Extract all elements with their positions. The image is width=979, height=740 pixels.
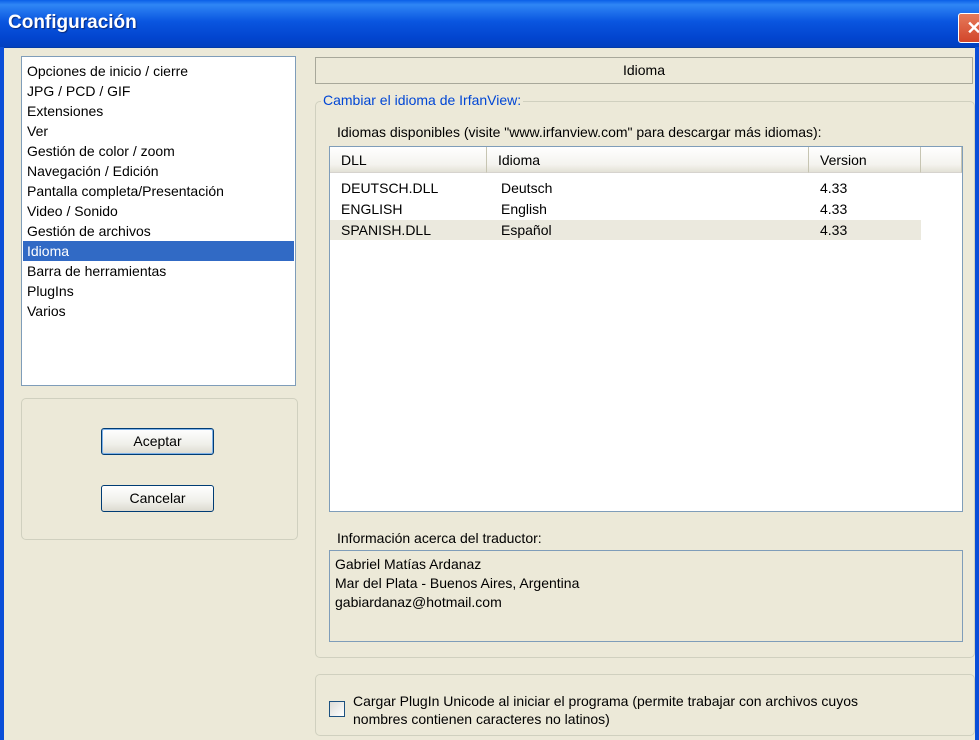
unicode-plugin-label[interactable]: Cargar PlugIn Unicode al iniciar el prog…	[353, 692, 953, 728]
translator-location: Mar del Plata - Buenos Aires, Argentina	[335, 575, 580, 591]
cell-dll: SPANISH.DLL	[341, 222, 431, 238]
cell-language: English	[501, 201, 547, 217]
title-bar[interactable]: Configuración ✕	[0, 0, 979, 48]
cell-version: 4.33	[820, 180, 848, 196]
button-group-frame	[21, 398, 298, 540]
window-border-right	[975, 47, 979, 740]
category-item-video-sound[interactable]: Video / Sonido	[23, 201, 294, 221]
cell-dll: DEUTSCH.DLL	[341, 180, 439, 196]
ok-button[interactable]: Aceptar	[101, 428, 214, 455]
page-title: Idioma	[315, 57, 973, 84]
category-item-color-zoom[interactable]: Gestión de color / zoom	[23, 141, 294, 161]
cell-language: Español	[501, 222, 552, 238]
category-item-language[interactable]: Idioma	[23, 241, 294, 261]
language-group-title: Cambiar el idioma de IrfanView:	[321, 92, 524, 108]
translator-info-box[interactable]: Gabriel Matías Ardanaz Mar del Plata - B…	[329, 550, 963, 642]
table-row-selected[interactable]: SPANISH.DLL Español 4.33	[330, 220, 921, 240]
list-header: DLL Idioma Version	[330, 147, 962, 173]
cell-version: 4.33	[820, 201, 848, 217]
translator-email: gabiardanaz@hotmail.com	[335, 594, 502, 610]
translator-name: Gabriel Matías Ardanaz	[335, 556, 482, 572]
category-item-jpg-pcd-gif[interactable]: JPG / PCD / GIF	[23, 81, 294, 101]
close-button[interactable]: ✕	[958, 13, 979, 43]
category-item-misc[interactable]: Varios	[23, 301, 294, 321]
category-item-navigation-editing[interactable]: Navegación / Edición	[23, 161, 294, 181]
table-row[interactable]: DEUTSCH.DLL Deutsch 4.33	[330, 178, 921, 198]
cell-dll: ENGLISH	[341, 201, 403, 217]
language-list[interactable]: DLL Idioma Version DEUTSCH.DLL Deutsch 4…	[329, 146, 963, 512]
window-title: Configuración	[8, 12, 137, 33]
cell-version: 4.33	[820, 222, 848, 238]
cell-language: Deutsch	[501, 180, 553, 196]
category-item-file-handling[interactable]: Gestión de archivos	[23, 221, 294, 241]
translator-info-label: Información acerca del traductor:	[337, 530, 542, 546]
category-item-extensions[interactable]: Extensiones	[23, 101, 294, 121]
category-item-plugins[interactable]: PlugIns	[23, 281, 294, 301]
category-list[interactable]: Opciones de inicio / cierre JPG / PCD / …	[21, 56, 296, 386]
close-icon: ✕	[966, 18, 979, 38]
category-item-fullscreen-slideshow[interactable]: Pantalla completa/Presentación	[23, 181, 294, 201]
unicode-plugin-label-line2: nombres contienen caracteres no latinos)	[353, 711, 610, 727]
cancel-button[interactable]: Cancelar	[101, 485, 214, 512]
category-item-startup[interactable]: Opciones de inicio / cierre	[23, 61, 294, 81]
category-item-view[interactable]: Ver	[23, 121, 294, 141]
column-header-dll[interactable]: DLL	[330, 147, 487, 173]
languages-available-label: Idiomas disponibles (visite "www.irfanvi…	[337, 124, 822, 140]
table-row[interactable]: ENGLISH English 4.33	[330, 199, 921, 219]
window-border-left	[0, 47, 4, 740]
column-header-filler	[921, 147, 962, 173]
unicode-plugin-checkbox[interactable]	[329, 701, 345, 717]
unicode-plugin-label-line1: Cargar PlugIn Unicode al iniciar el prog…	[353, 693, 859, 709]
column-header-version[interactable]: Version	[809, 147, 921, 173]
category-item-toolbar[interactable]: Barra de herramientas	[23, 261, 294, 281]
column-header-language[interactable]: Idioma	[487, 147, 809, 173]
